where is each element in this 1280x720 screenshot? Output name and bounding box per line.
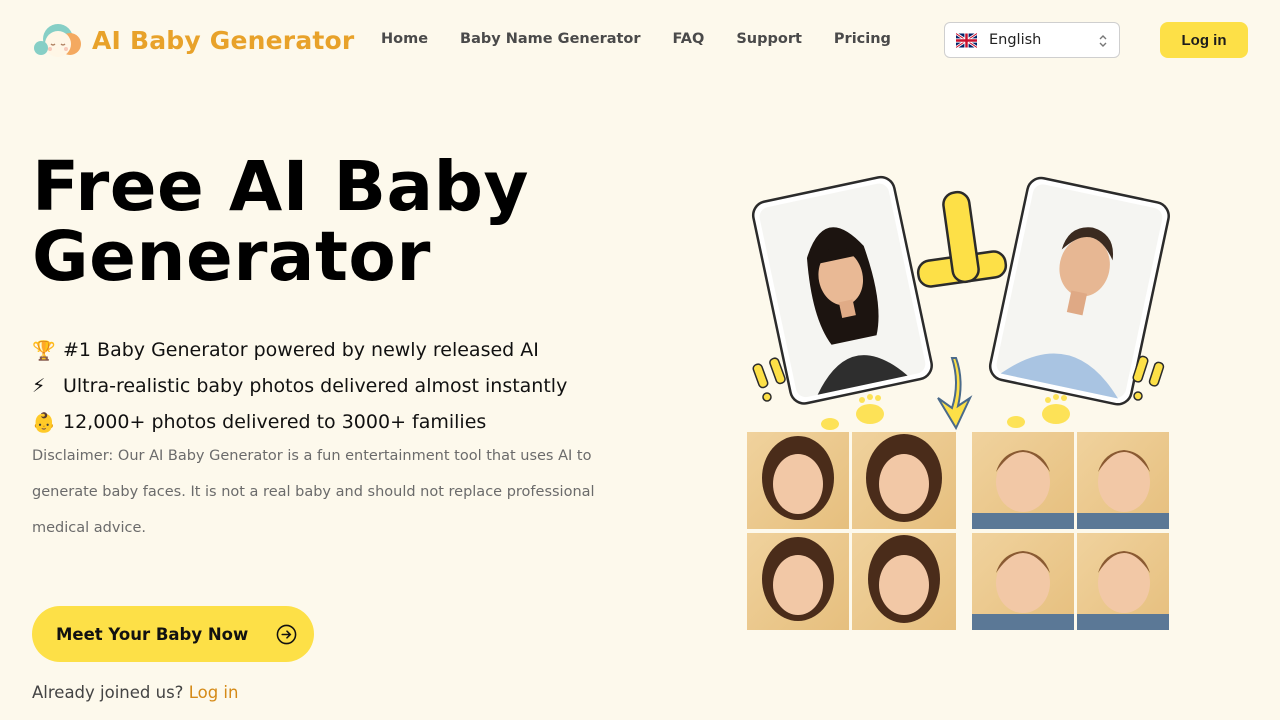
- feature-item: 👶 12,000+ photos delivered to 3000+ fami…: [32, 404, 567, 440]
- meet-your-baby-button[interactable]: Meet Your Baby Now: [32, 606, 314, 662]
- nav-pricing[interactable]: Pricing: [834, 31, 891, 47]
- hero-title: Free AI Baby Generator: [32, 152, 529, 292]
- baby-girl-photos: [747, 432, 956, 630]
- plus-icon: [916, 190, 1008, 288]
- login-button[interactable]: Log in: [1160, 22, 1248, 58]
- language-selected-label: English: [989, 32, 1042, 48]
- baby-face-logo-icon: [34, 24, 81, 57]
- uk-flag-icon: [956, 32, 977, 48]
- main-nav: Home Baby Name Generator FAQ Support Pri…: [381, 31, 891, 47]
- feature-text: 12,000+ photos delivered to 3000+ famili…: [63, 411, 487, 433]
- disclaimer-text: Disclaimer: Our AI Baby Generator is a f…: [32, 448, 595, 536]
- feature-list: 🏆 #1 Baby Generator powered by newly rel…: [32, 332, 567, 440]
- site-header: AI Baby Generator Home Baby Name Generat…: [0, 0, 1280, 80]
- down-arrow-icon: [937, 357, 973, 431]
- already-joined: Already joined us? Log in: [32, 683, 238, 702]
- hero-title-line1: Free AI Baby: [32, 147, 529, 227]
- already-joined-text: Already joined us?: [32, 683, 184, 702]
- parents-to-baby-illustration: [747, 175, 1170, 630]
- feature-text: #1 Baby Generator powered by newly relea…: [63, 339, 539, 361]
- cta-label: Meet Your Baby Now: [56, 624, 249, 644]
- feature-item: 🏆 #1 Baby Generator powered by newly rel…: [32, 332, 567, 368]
- nav-faq[interactable]: FAQ: [673, 31, 705, 47]
- trophy-icon: 🏆: [32, 339, 56, 362]
- baby-boy-photos: [972, 432, 1169, 630]
- language-select[interactable]: English: [944, 22, 1120, 58]
- nav-home[interactable]: Home: [381, 31, 428, 47]
- hero-title-line2: Generator: [32, 217, 431, 297]
- feature-item: ⚡ Ultra-realistic baby photos delivered …: [32, 368, 567, 404]
- baby-icon: 👶: [32, 411, 56, 434]
- brand-logo[interactable]: AI Baby Generator: [32, 22, 354, 58]
- nav-baby-name-generator[interactable]: Baby Name Generator: [460, 31, 641, 47]
- lightning-icon: ⚡: [32, 375, 46, 397]
- arrow-right-circle-icon: [276, 624, 297, 645]
- chevron-up-down-icon: [1099, 35, 1107, 47]
- feature-text: Ultra-realistic baby photos delivered al…: [63, 375, 568, 397]
- nav-support[interactable]: Support: [736, 31, 802, 47]
- login-link[interactable]: Log in: [189, 683, 239, 702]
- brand-name: AI Baby Generator: [92, 25, 355, 55]
